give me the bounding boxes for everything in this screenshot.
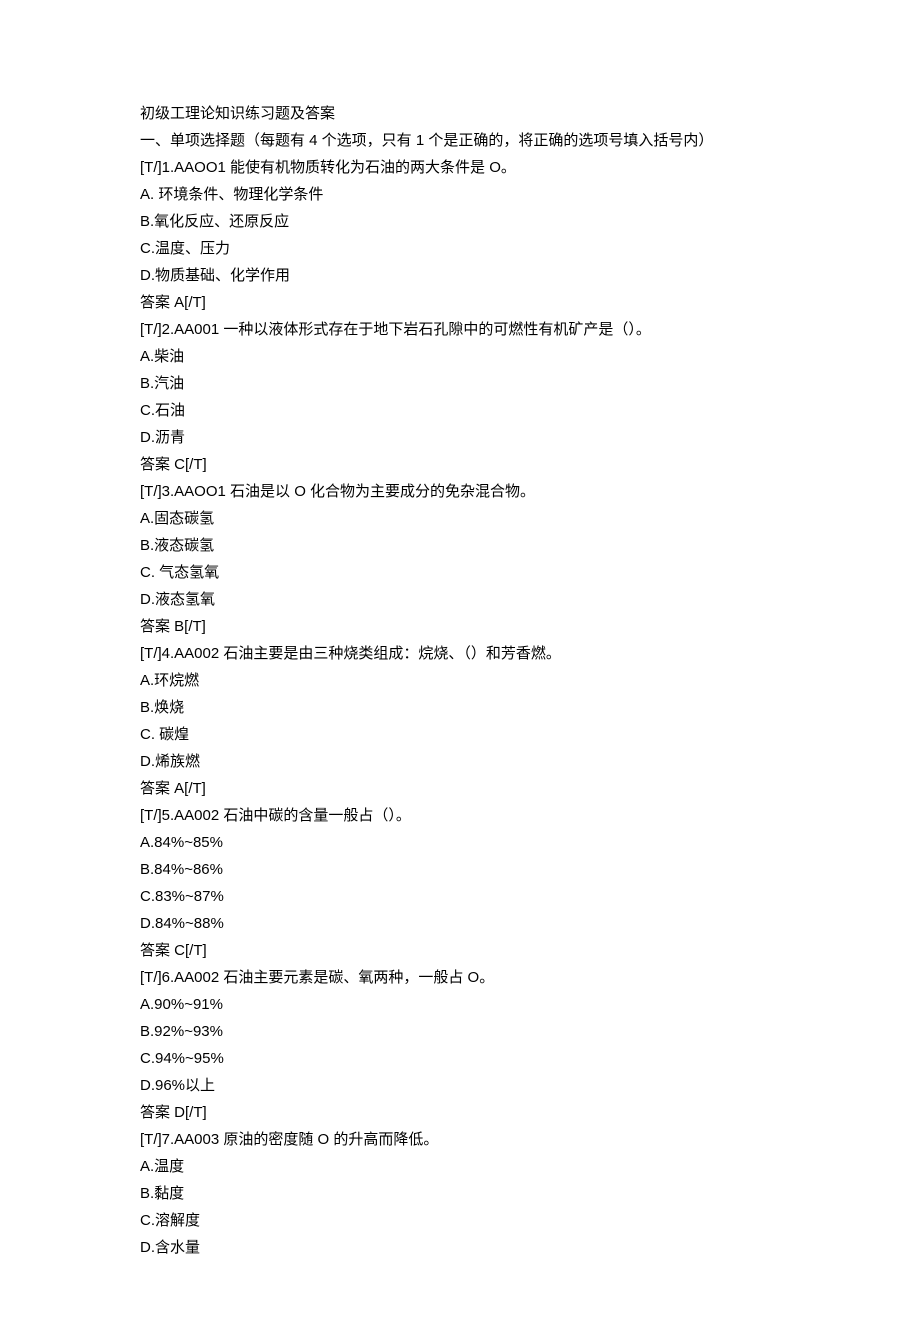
question-option: C.石油 (140, 397, 780, 424)
question-option: C.温度、压力 (140, 235, 780, 262)
question-option: A.84%~85% (140, 829, 780, 856)
question-answer: 答案 C[/T] (140, 451, 780, 478)
question-prompt: [T/]2.AA001 一种以液体形式存在于地下岩石孔隙中的可燃性有机矿产是（）… (140, 316, 780, 343)
question-option: B.液态碳氢 (140, 532, 780, 559)
question-prompt: [T/]1.AAOO1 能使有机物质转化为石油的两大条件是 O。 (140, 154, 780, 181)
question-option: A. 环境条件、物理化学条件 (140, 181, 780, 208)
question-option: D.84%~88% (140, 910, 780, 937)
question-option: B.氧化反应、还原反应 (140, 208, 780, 235)
question-prompt: [T/]7.AA003 原油的密度随 O 的升高而降低。 (140, 1126, 780, 1153)
question-prompt: [T/]4.AA002 石油主要是由三种烧类组成：烷烧、（）和芳香燃。 (140, 640, 780, 667)
question-answer: 答案 A[/T] (140, 775, 780, 802)
question-option: D.液态氢氧 (140, 586, 780, 613)
instructions-line: 一、单项选择题（每题有 4 个选项，只有 1 个是正确的，将正确的选项号填入括号… (140, 127, 780, 154)
question-option: A.温度 (140, 1153, 780, 1180)
question-answer: 答案 B[/T] (140, 613, 780, 640)
question-option: A.环烷燃 (140, 667, 780, 694)
question-option: C. 碳煌 (140, 721, 780, 748)
question-option: D.沥青 (140, 424, 780, 451)
question-option: A.柴油 (140, 343, 780, 370)
question-option: C.94%~95% (140, 1045, 780, 1072)
question-option: C. 气态氢氧 (140, 559, 780, 586)
question-option: A.固态碳氢 (140, 505, 780, 532)
question-answer: 答案 C[/T] (140, 937, 780, 964)
document-title: 初级工理论知识练习题及答案 (140, 100, 780, 127)
question-option: D.物质基础、化学作用 (140, 262, 780, 289)
question-prompt: [T/]5.AA002 石油中碳的含量一般占（）。 (140, 802, 780, 829)
question-option: B.焕烧 (140, 694, 780, 721)
document-page: 初级工理论知识练习题及答案 一、单项选择题（每题有 4 个选项，只有 1 个是正… (0, 0, 920, 1321)
question-option: B.汽油 (140, 370, 780, 397)
question-prompt: [T/]6.AA002 石油主要元素是碳、氧两种，一般占 O。 (140, 964, 780, 991)
question-answer: 答案 D[/T] (140, 1099, 780, 1126)
question-answer: 答案 A[/T] (140, 289, 780, 316)
question-option: D.96%以上 (140, 1072, 780, 1099)
question-option: C.83%~87% (140, 883, 780, 910)
question-option: A.90%~91% (140, 991, 780, 1018)
question-option: C.溶解度 (140, 1207, 780, 1234)
question-option: B.84%~86% (140, 856, 780, 883)
question-prompt: [T/]3.AAOO1 石油是以 O 化合物为主要成分的免杂混合物。 (140, 478, 780, 505)
question-option: B.黏度 (140, 1180, 780, 1207)
question-option: D.含水量 (140, 1234, 780, 1261)
question-option: B.92%~93% (140, 1018, 780, 1045)
question-option: D.烯族燃 (140, 748, 780, 775)
